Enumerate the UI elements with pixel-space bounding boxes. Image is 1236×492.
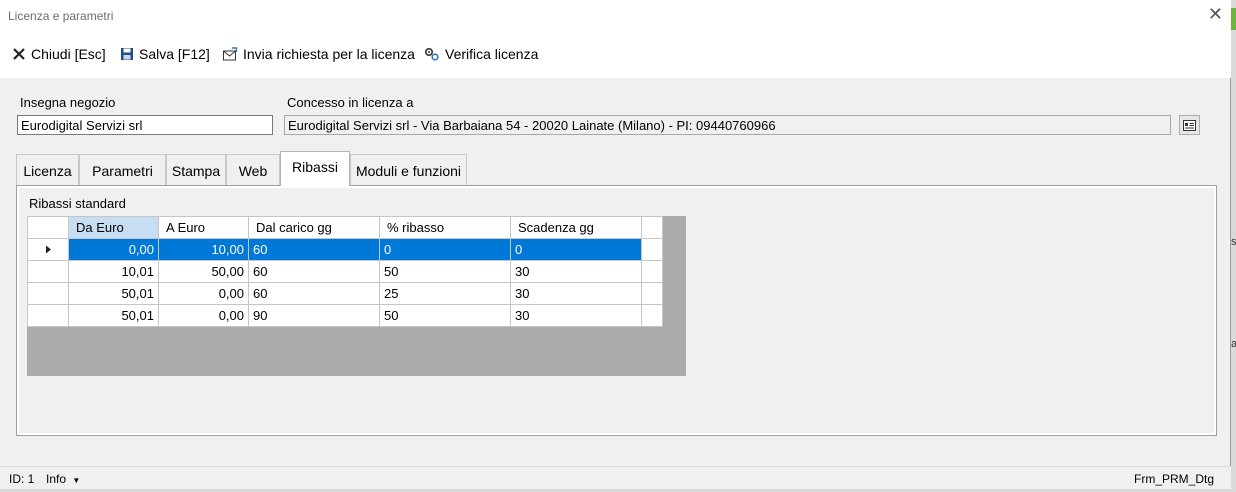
row-header[interactable] [27,260,69,283]
tab-moduli-e-funzioni[interactable]: Moduli e funzioni [350,154,467,185]
ribassi-tab-panel: Ribassi standard Da Euro A Euro Dal cari… [16,185,1217,436]
x-icon [13,48,25,60]
row-filler [641,260,663,283]
column-header-da-euro[interactable]: Da Euro [68,216,159,239]
toolbar: Chiudi [Esc] Salva [F12] Invia richiesta… [0,32,1231,78]
verify-license-label: Verifica licenza [445,46,539,62]
row-header[interactable] [27,304,69,327]
background-app-accent [1231,8,1236,30]
table-row[interactable]: 50,01 0,00 90 50 30 [27,304,663,327]
cell-a-euro[interactable]: 0,00 [158,304,249,327]
row-header[interactable] [27,282,69,305]
tab-ribassi[interactable]: Ribassi [280,151,350,186]
cell-a-euro[interactable]: 50,00 [158,260,249,283]
tab-parametri[interactable]: Parametri [79,154,166,185]
shop-sign-label: Insegna negozio [20,95,116,110]
ribassi-group-label: Ribassi standard [29,196,126,211]
column-header-dal-carico-gg[interactable]: Dal carico gg [248,216,380,239]
verify-license-button[interactable]: Verifica licenza [424,46,538,62]
cell-da-euro[interactable]: 0,00 [68,238,159,261]
tab-licenza[interactable]: Licenza [16,154,79,185]
cell-dal-carico-gg[interactable]: 60 [248,238,380,261]
column-header-a-euro[interactable]: A Euro [158,216,249,239]
license-dialog: Licenza e parametri ✕ Chiudi [Esc] Salva… [0,0,1231,489]
current-row-arrow-icon [45,245,51,254]
cell-da-euro[interactable]: 10,01 [68,260,159,283]
status-bar: ID: 1 Info ▼ Frm_PRM_Dtg [0,466,1231,489]
cell-percent-ribasso[interactable]: 50 [379,304,511,327]
cell-scadenza-gg[interactable]: 30 [510,260,642,283]
contact-card-button[interactable] [1179,115,1200,135]
form-name-text: Frm_PRM_Dtg [1134,472,1215,486]
table-row[interactable]: 0,00 10,00 60 0 0 [27,238,663,261]
save-button-label: Salva [F12] [139,46,210,62]
table-row[interactable]: 50,01 0,00 60 25 30 [27,282,663,305]
cell-dal-carico-gg[interactable]: 60 [248,260,380,283]
column-header-percent-ribasso[interactable]: % ribasso [379,216,511,239]
cell-percent-ribasso[interactable]: 25 [379,282,511,305]
cell-a-euro[interactable]: 0,00 [158,282,249,305]
row-filler [641,282,663,305]
cell-da-euro[interactable]: 50,01 [68,282,159,305]
column-header-scadenza-gg[interactable]: Scadenza gg [510,216,642,239]
row-filler [641,238,663,261]
close-icon[interactable]: ✕ [1208,4,1223,25]
grid-header-row: Da Euro A Euro Dal carico gg % ribasso S… [27,216,663,239]
info-dropdown[interactable]: Info ▼ [46,472,80,486]
contact-card-icon [1183,119,1196,131]
window-title: Licenza e parametri [8,9,114,23]
ribassi-panel-body: Ribassi standard Da Euro A Euro Dal cari… [19,188,1214,433]
floppy-disk-icon [121,48,133,60]
cell-percent-ribasso[interactable]: 0 [379,238,511,261]
send-license-request-label: Invia richiesta per la licenza [243,46,415,62]
table-row[interactable]: 10,01 50,00 60 50 30 [27,260,663,283]
cell-dal-carico-gg[interactable]: 90 [248,304,380,327]
licensed-to-field[interactable]: Eurodigital Servizi srl - Via Barbaiana … [284,115,1171,135]
cell-a-euro[interactable]: 10,00 [158,238,249,261]
record-id-text: ID: 1 [9,472,35,486]
ribassi-grid[interactable]: Da Euro A Euro Dal carico gg % ribasso S… [27,216,686,376]
save-button[interactable]: Salva [F12] [120,46,210,62]
gears-icon [424,47,439,61]
grid-header-filler [641,216,663,239]
tab-stampa[interactable]: Stampa [166,154,226,185]
cell-scadenza-gg[interactable]: 30 [510,304,642,327]
cell-dal-carico-gg[interactable]: 60 [248,282,380,305]
row-filler [641,304,663,327]
info-dropdown-label: Info [46,472,67,486]
caret-down-icon: ▼ [72,476,81,485]
grid-corner-cell [27,216,69,239]
background-app-glyph: a [1231,338,1236,350]
licensed-to-label: Concesso in licenza a [287,95,414,110]
cell-scadenza-gg[interactable]: 30 [510,282,642,305]
title-bar: Licenza e parametri ✕ [0,0,1231,32]
background-app-glyph: s [1231,236,1236,248]
close-button-label: Chiudi [Esc] [31,46,106,62]
cell-percent-ribasso[interactable]: 50 [379,260,511,283]
shop-sign-field[interactable]: Eurodigital Servizi srl [17,115,273,135]
close-button[interactable]: Chiudi [Esc] [12,46,106,62]
row-header[interactable] [27,238,69,261]
cell-scadenza-gg[interactable]: 0 [510,238,642,261]
tab-web[interactable]: Web [226,154,280,185]
send-license-request-button[interactable]: Invia richiesta per la licenza [222,46,415,62]
cell-da-euro[interactable]: 50,01 [68,304,159,327]
envelope-send-icon [223,47,238,61]
